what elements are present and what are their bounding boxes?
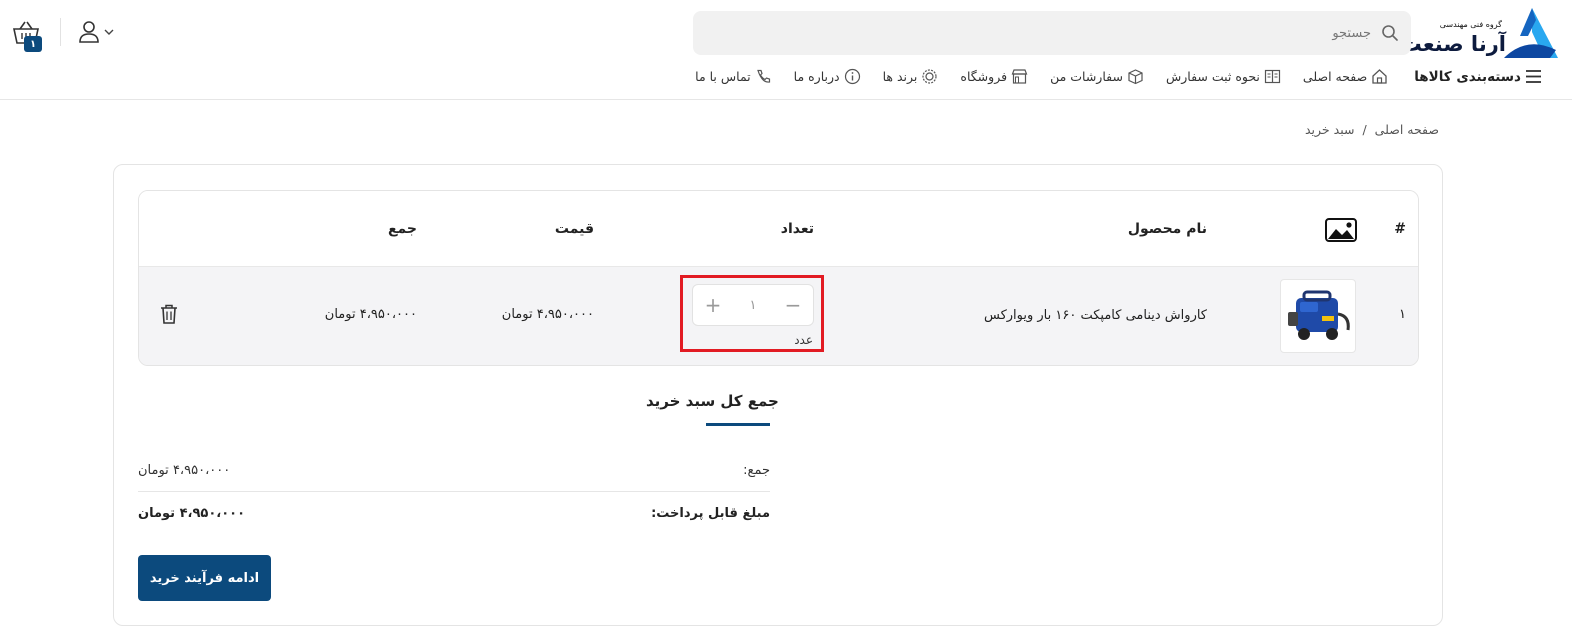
nav-item-label: درباره ما [793,69,840,84]
subtotal-value: ۴،۹۵۰،۰۰۰ تومان [138,463,231,478]
payable-value: ۴،۹۵۰،۰۰۰ تومان [138,506,246,521]
row-price: ۴،۹۵۰،۰۰۰ تومان [501,307,594,322]
cart-totals-title: جمع کل سبد خرید [646,392,779,410]
checkout-button[interactable]: ادامه فرآیند خرید [138,555,271,601]
breadcrumb-separator: / [1362,122,1367,137]
trash-icon[interactable] [159,303,179,325]
quantity-stepper: − ۱ + [692,284,814,326]
nav-item-order-guide[interactable]: نحوه ثبت سفارش [1166,68,1281,85]
table-row: ۱ کارواش دینامی کامپکت ۱۶۰ بار ویوارکس − [139,267,1418,365]
row-total: ۴،۹۵۰،۰۰۰ تومان [324,307,417,322]
nav-categories[interactable]: دسته‌بندی کالاها [1414,68,1542,85]
nav-item-contact[interactable]: تماس با ما [695,68,772,85]
nav-item-label: تماس با ما [695,69,751,84]
subtotal-label: جمع: [743,463,770,478]
store-icon [1011,68,1028,85]
home-icon [1371,68,1388,85]
header-divider [60,18,61,46]
main-nav: دسته‌بندی کالاها صفحه اصلی نحوه ثبت سفار… [673,68,1542,85]
nav-item-brands[interactable]: برند ها [883,68,939,85]
cart-table: # نام محصول تعداد قیمت جمع ۱ کارواش دینا… [138,190,1419,366]
nav-categories-label: دسته‌بندی کالاها [1414,68,1521,85]
logo-name: آرنا صنعت [1400,32,1507,56]
search-bar [693,11,1411,55]
chevron-down-icon [104,27,114,37]
nav-item-label: سفارشات من [1050,69,1123,84]
site-header: گروه فنی مهندسی آرنا صنعت ۱ دسته‌بندی کا… [0,0,1572,100]
quantity-decrease-button[interactable]: − [783,295,803,315]
nav-item-label: نحوه ثبت سفارش [1165,69,1260,84]
search-icon[interactable] [1381,24,1399,42]
breadcrumb: صفحه اصلی / سبد خرید [1305,122,1439,137]
product-image[interactable] [1280,279,1356,353]
menu-icon [1525,68,1542,85]
payable-label: مبلغ قابل پرداخت: [651,506,770,521]
nav-item-label: صفحه اصلی [1302,69,1368,84]
header-product-name: نام محصول [1127,221,1207,237]
user-icon [78,20,100,44]
totals-divider [138,491,770,492]
row-index: ۱ [1399,307,1406,322]
nav-item-label: برند ها [882,69,918,84]
logo-tagline: گروه فنی مهندسی [1439,20,1502,29]
nav-item-label: فروشگاه [960,69,1008,84]
row-product-name[interactable]: کارواش دینامی کامپکت ۱۶۰ بار ویوارکس [984,308,1207,323]
user-menu[interactable] [78,20,114,44]
logo-mark [1504,8,1558,58]
header-quantity: تعداد [780,221,814,237]
header-index: # [1394,221,1406,237]
image-icon [1325,218,1357,242]
search-input[interactable] [731,25,1371,41]
quantity-unit: عدد [794,333,813,347]
nav-item-home[interactable]: صفحه اصلی [1303,68,1388,85]
book-icon [1264,68,1281,85]
nav-item-about[interactable]: درباره ما [794,68,861,85]
nav-item-shop[interactable]: فروشگاه [960,68,1028,85]
box-icon [1127,68,1144,85]
table-header: # نام محصول تعداد قیمت جمع [139,191,1418,267]
cart-count-badge: ۱ [24,36,42,52]
breadcrumb-home[interactable]: صفحه اصلی [1375,122,1439,137]
quantity-increase-button[interactable]: + [703,295,723,315]
totals-title-underline [706,423,770,426]
cart-card: # نام محصول تعداد قیمت جمع ۱ کارواش دینا… [113,164,1443,626]
info-icon [844,68,861,85]
header-price: قیمت [554,221,594,237]
nav-item-my-orders[interactable]: سفارشات من [1050,68,1144,85]
quantity-value[interactable]: ۱ [750,298,757,313]
quantity-highlight: − ۱ + عدد [680,275,824,352]
badge-icon [921,68,938,85]
header-total: جمع [387,221,417,237]
site-logo[interactable]: گروه فنی مهندسی آرنا صنعت [1401,6,1558,60]
breadcrumb-current: سبد خرید [1305,122,1355,137]
phone-icon [755,68,772,85]
